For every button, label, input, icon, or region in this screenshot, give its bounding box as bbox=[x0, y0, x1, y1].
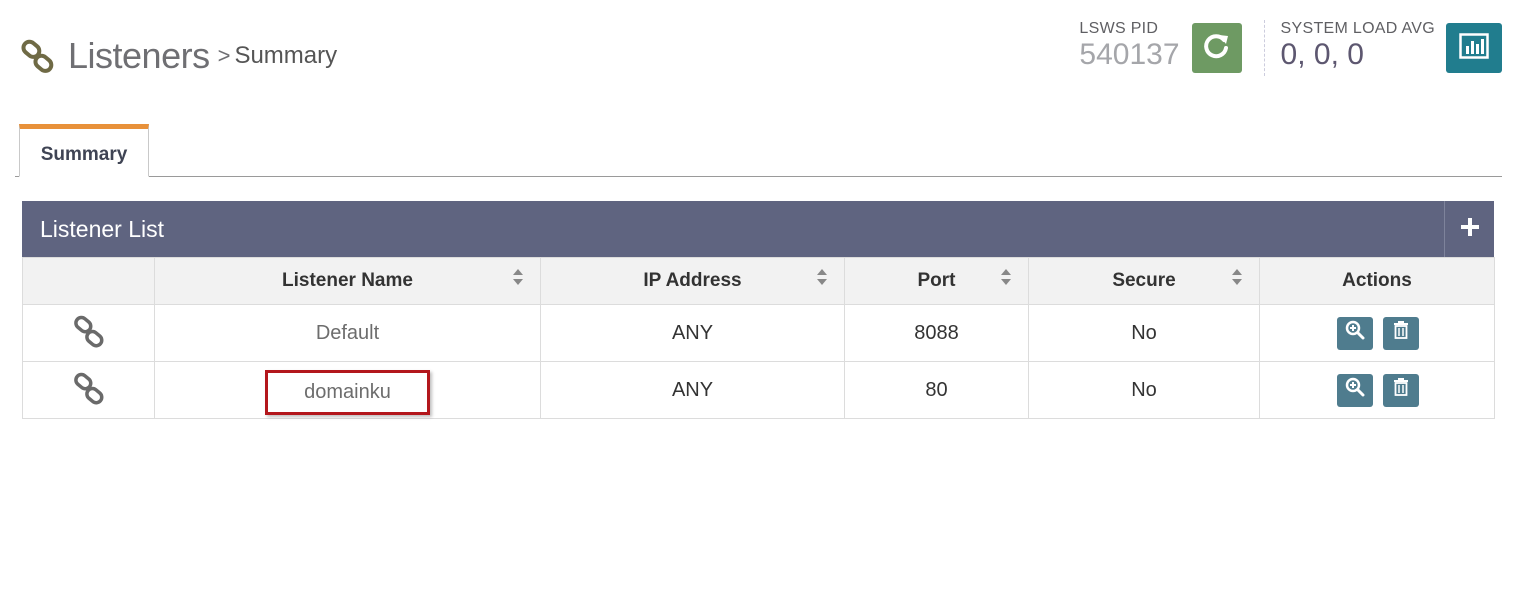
delete-button[interactable] bbox=[1382, 316, 1419, 350]
trash-icon bbox=[1393, 378, 1409, 402]
column-header-listener-name[interactable]: Listener Name bbox=[154, 257, 541, 305]
stats-divider bbox=[1263, 20, 1265, 76]
column-header-ip-address[interactable]: IP Address bbox=[540, 257, 845, 305]
port: 8088 bbox=[844, 304, 1029, 362]
breadcrumb-separator: > bbox=[217, 43, 231, 68]
bar-chart-icon bbox=[1459, 32, 1489, 64]
secure: No bbox=[1028, 361, 1260, 419]
row-actions bbox=[1259, 304, 1495, 362]
restart-button[interactable] bbox=[1191, 23, 1242, 73]
plus-icon bbox=[1460, 217, 1479, 241]
ip-address: ANY bbox=[540, 361, 845, 419]
row-icon-cell bbox=[22, 361, 155, 419]
listener-name[interactable]: domainku bbox=[265, 369, 430, 415]
table-header-row: Listener Name IP Address Port Secure Act… bbox=[22, 257, 1495, 305]
delete-button[interactable] bbox=[1382, 373, 1419, 407]
view-button[interactable] bbox=[1337, 316, 1374, 350]
pid-block: LSWS PID 540137 bbox=[1079, 20, 1242, 73]
row-actions bbox=[1259, 361, 1495, 419]
pid-label: LSWS PID bbox=[1079, 20, 1159, 37]
sort-icon[interactable] bbox=[512, 268, 524, 286]
chain-link-icon bbox=[20, 38, 56, 74]
column-header-port[interactable]: Port bbox=[844, 257, 1029, 305]
column-header-actions: Actions bbox=[1259, 257, 1495, 305]
add-listener-button[interactable] bbox=[1444, 201, 1494, 257]
sort-icon[interactable] bbox=[1231, 268, 1243, 286]
page-title: Listeners bbox=[68, 35, 210, 76]
load-value: 0, 0, 0 bbox=[1280, 38, 1364, 71]
row-icon-cell bbox=[22, 304, 155, 362]
sort-icon[interactable] bbox=[816, 268, 828, 286]
chain-link-icon bbox=[69, 369, 109, 409]
zoom-in-icon bbox=[1345, 377, 1365, 403]
table-row: domainku ANY 80 No bbox=[22, 361, 1495, 419]
zoom-in-icon bbox=[1345, 320, 1365, 346]
refresh-icon bbox=[1202, 31, 1232, 66]
load-label: SYSTEM LOAD AVG bbox=[1280, 20, 1435, 37]
tab-bar: Summary bbox=[15, 124, 1502, 177]
listener-name[interactable]: Default bbox=[154, 304, 541, 362]
trash-icon bbox=[1393, 321, 1409, 345]
port: 80 bbox=[844, 361, 1029, 419]
tab-summary[interactable]: Summary bbox=[19, 124, 149, 177]
listener-list-panel: Listener List Listener Name IP Address P… bbox=[22, 201, 1495, 419]
column-header-secure[interactable]: Secure bbox=[1028, 257, 1260, 305]
pid-value: 540137 bbox=[1079, 38, 1180, 71]
load-chart-button[interactable] bbox=[1446, 23, 1502, 73]
server-stats: LSWS PID 540137 SYSTEM LOAD AVG 0, 0, 0 bbox=[1079, 20, 1502, 76]
page-header: Listeners > Summary bbox=[20, 28, 337, 84]
listener-name-cell: domainku bbox=[154, 361, 541, 419]
listener-table: Listener Name IP Address Port Secure Act… bbox=[22, 257, 1495, 419]
column-header-icon bbox=[22, 257, 155, 305]
panel-heading: Listener List bbox=[22, 201, 1494, 257]
sort-icon[interactable] bbox=[1000, 268, 1012, 286]
table-row: Default ANY 8088 No bbox=[22, 304, 1495, 362]
breadcrumb: Summary bbox=[234, 42, 338, 69]
chain-link-icon bbox=[69, 312, 109, 352]
load-block: SYSTEM LOAD AVG 0, 0, 0 bbox=[1281, 20, 1502, 73]
panel-title: Listener List bbox=[40, 215, 165, 242]
secure: No bbox=[1028, 304, 1260, 362]
view-button[interactable] bbox=[1337, 373, 1374, 407]
ip-address: ANY bbox=[540, 304, 845, 362]
